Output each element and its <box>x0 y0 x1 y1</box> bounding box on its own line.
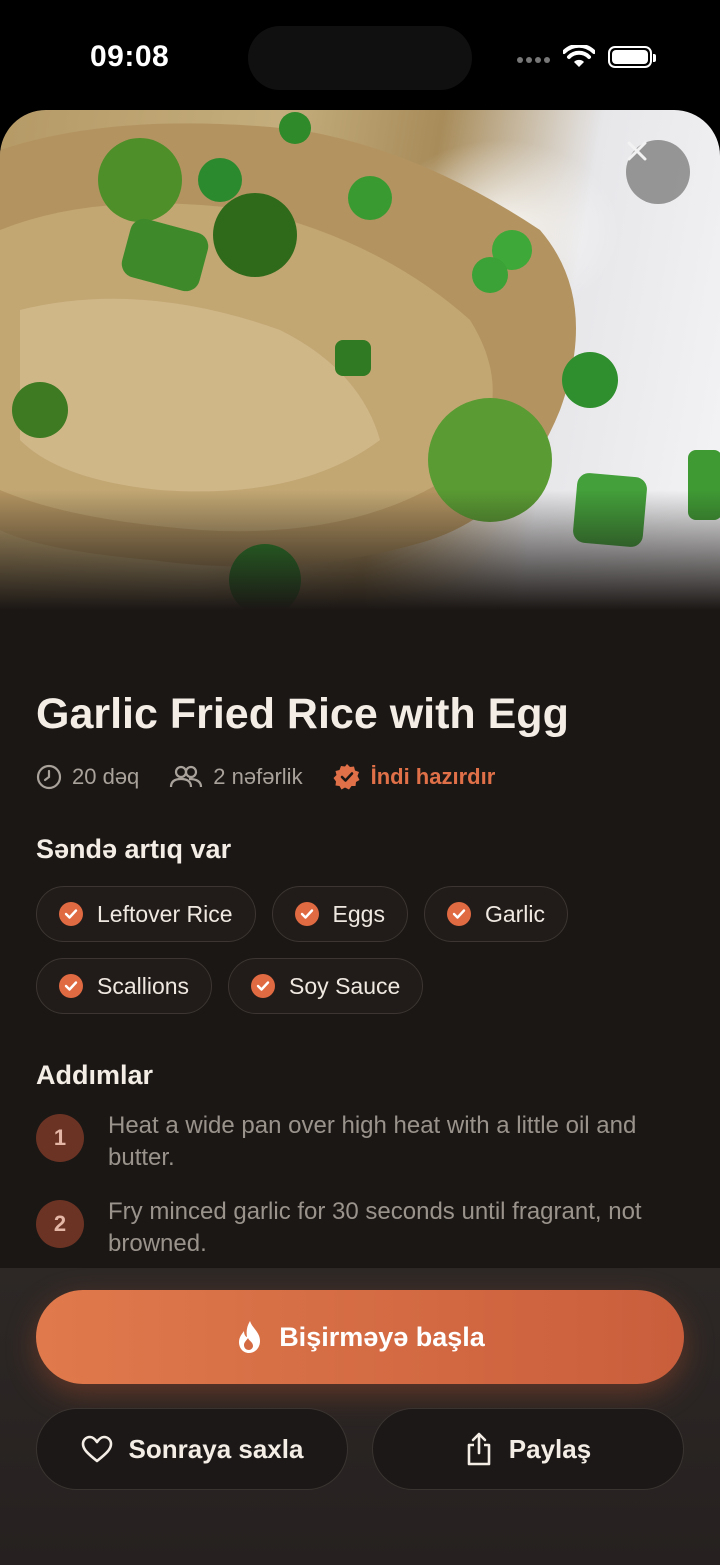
meta-time-label: 20 dəq <box>72 764 140 789</box>
share-label: Paylaş <box>508 1433 592 1464</box>
recipe-title: Garlic Fried Rice with Egg <box>36 690 569 738</box>
ingredient-chip[interactable]: Leftover Rice <box>36 886 256 942</box>
check-icon <box>294 902 319 926</box>
flame-icon <box>239 1321 261 1353</box>
ingredient-label: Soy Sauce <box>289 972 401 999</box>
check-icon <box>446 902 471 926</box>
ingredient-label: Scallions <box>97 972 190 999</box>
recipe-meta: 20 dəq 2 nəfərlik İndi hazırdır <box>36 760 525 794</box>
close-button[interactable] <box>626 140 690 204</box>
step-text: Fry minced garlic for 30 seconds until f… <box>108 1198 642 1257</box>
action-bar: Bişirməyə başla Sonraya saxla Paylaş <box>0 1268 720 1565</box>
steps-list: 1 Heat a wide pan over high heat with a … <box>36 1110 676 1282</box>
share-icon <box>467 1432 491 1466</box>
meta-servings: 2 nəfərlik <box>169 764 303 790</box>
step-number: 1 <box>36 1114 84 1162</box>
have-section-title: Səndə artıq var <box>36 834 232 864</box>
hero-fade <box>0 490 720 610</box>
step-number: 2 <box>36 1200 84 1248</box>
recipe-sheet: Garlic Fried Rice with Egg 20 dəq 2 nəfə… <box>0 110 720 1565</box>
step-text: Heat a wide pan over high heat with a li… <box>108 1112 637 1171</box>
clock-icon <box>36 764 62 790</box>
start-cooking-label: Bişirməyə başla <box>279 1321 485 1352</box>
ingredient-label: Leftover Rice <box>97 900 233 927</box>
step-item: 1 Heat a wide pan over high heat with a … <box>36 1110 676 1174</box>
save-later-label: Sonraya saxla <box>128 1433 304 1464</box>
ingredient-chip[interactable]: Eggs <box>271 886 408 942</box>
battery-icon <box>608 46 656 68</box>
check-icon <box>59 902 83 926</box>
meta-ready: İndi hazırdır <box>333 763 496 791</box>
share-button[interactable]: Paylaş <box>372 1408 684 1490</box>
step-item: 2 Fry minced garlic for 30 seconds until… <box>36 1196 676 1260</box>
heart-icon <box>81 1435 112 1463</box>
meta-time: 20 dəq <box>36 764 139 790</box>
close-icon <box>627 141 647 161</box>
ingredient-label: Eggs <box>332 900 385 927</box>
wifi-icon <box>563 45 595 67</box>
check-icon <box>59 974 83 998</box>
verified-badge-icon <box>333 764 360 790</box>
check-icon <box>251 974 276 998</box>
signal-dots-icon <box>517 57 550 63</box>
steps-section-title: Addımlar <box>36 1060 154 1090</box>
people-icon <box>170 765 203 788</box>
ingredient-chip[interactable]: Scallions <box>36 958 213 1014</box>
ingredient-chip[interactable]: Soy Sauce <box>228 958 424 1014</box>
ingredient-chips: Leftover Rice Eggs Garlic Scallions Soy … <box>36 886 686 1030</box>
status-bar: 09:08 <box>0 0 720 110</box>
status-time: 09:08 <box>90 40 170 73</box>
meta-ready-label: İndi hazırdır <box>370 764 496 789</box>
dynamic-island <box>248 26 472 90</box>
ingredient-chip[interactable]: Garlic <box>423 886 569 942</box>
recipe-hero-image <box>0 110 720 610</box>
meta-servings-label: 2 nəfərlik <box>213 764 303 789</box>
ingredient-label: Garlic <box>484 900 546 927</box>
save-later-button[interactable]: Sonraya saxla <box>36 1408 348 1490</box>
start-cooking-button[interactable]: Bişirməyə başla <box>36 1290 684 1384</box>
